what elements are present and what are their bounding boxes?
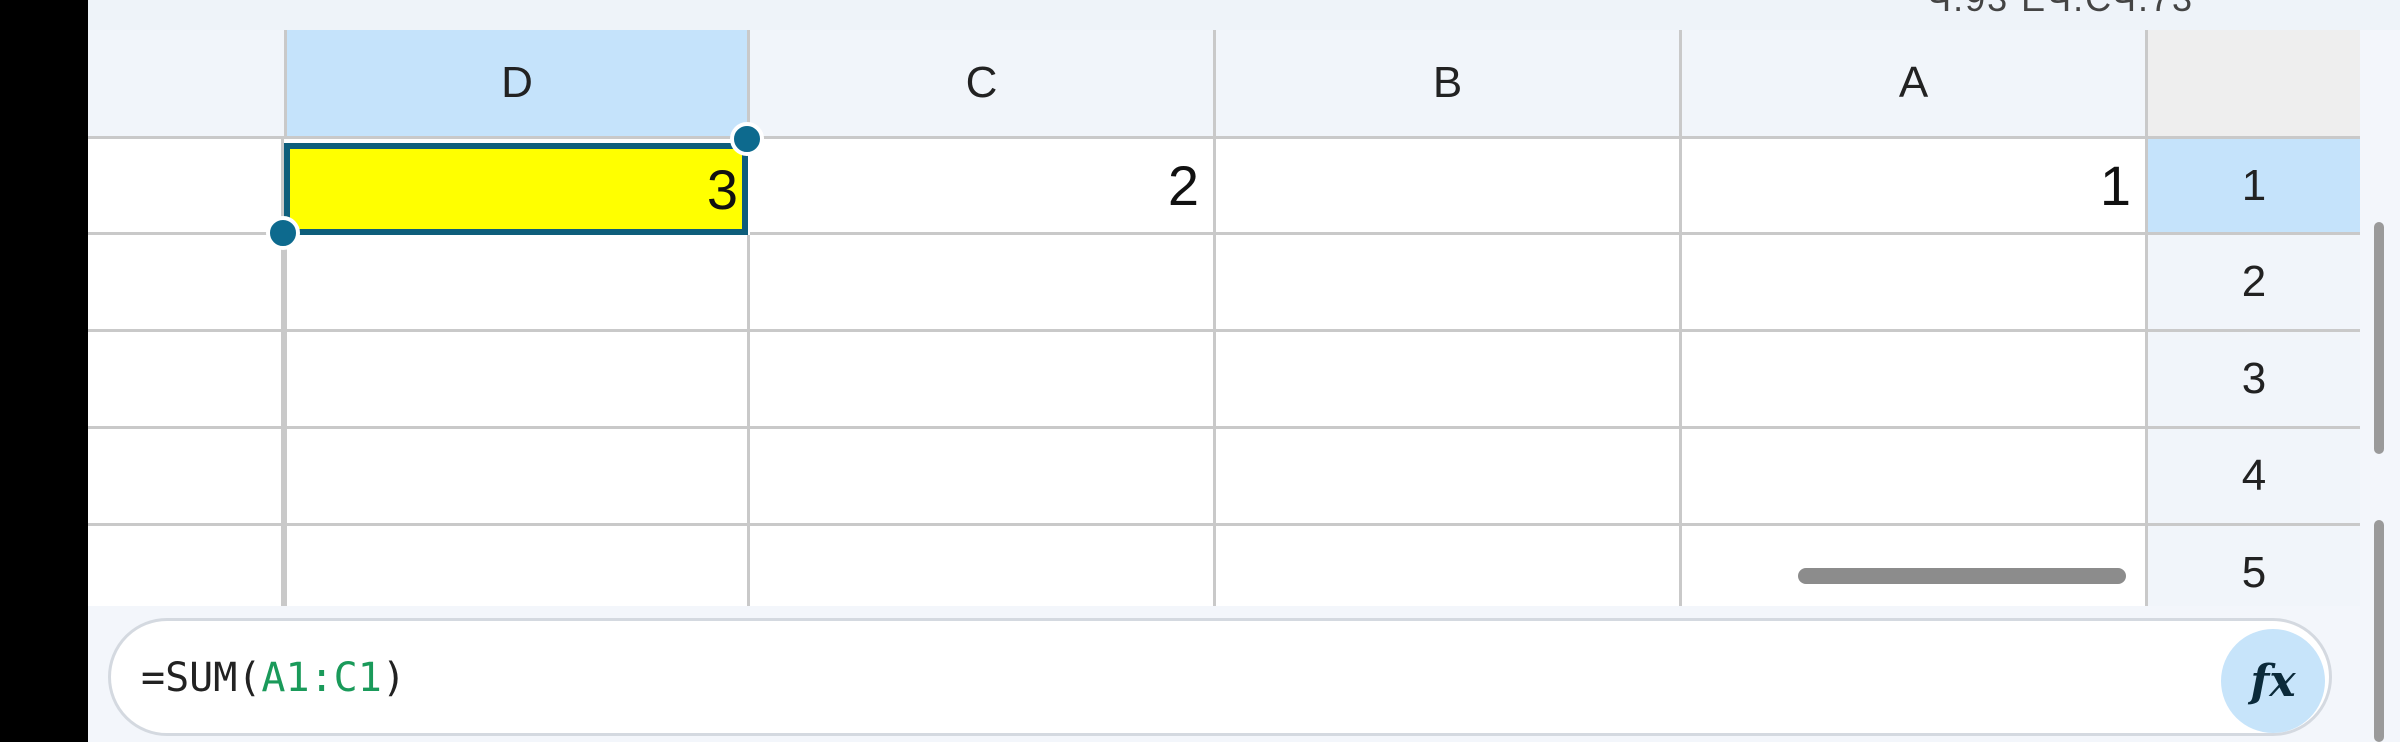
cell-a2[interactable] [1682,235,2148,332]
formula-bar[interactable]: =SUM(A1:C1) fx [108,618,2332,736]
cell-d1-selected[interactable]: 3 [284,143,748,235]
horizontal-scrollbar[interactable] [1798,568,2126,584]
column-header-c[interactable]: C [750,30,1216,136]
cell-d3[interactable] [284,332,750,429]
formula-range: A1:C1 [261,655,382,701]
status-text: Ч.93 ЕЧ.СЧ.73 [1927,0,2194,20]
cell-b1[interactable] [1216,139,1682,235]
cell-a3[interactable] [1682,332,2148,429]
row-header-3[interactable]: 3 [2148,332,2360,429]
cell-partial-4[interactable] [88,429,284,526]
fx-icon[interactable]: fx [2221,629,2325,733]
formula-suffix: ) [381,655,406,701]
cell-partial-1[interactable] [88,139,284,235]
row-header-2[interactable]: 2 [2148,235,2360,332]
vertical-scrollbar-lower[interactable] [2374,520,2384,742]
cell-partial-3[interactable] [88,332,284,429]
column-header-a[interactable]: A [1682,30,2148,136]
spreadsheet-app: Ч.93 ЕЧ.СЧ.73 D C B A 2 1 1 2 3 [88,0,2400,742]
cell-c2[interactable] [750,235,1216,332]
vertical-scrollbar[interactable] [2374,222,2384,454]
cell-partial-2[interactable] [88,235,284,332]
corner-cell[interactable] [2148,30,2360,136]
cell-b4[interactable] [1216,429,1682,526]
cell-b3[interactable] [1216,332,1682,429]
column-header-partial [88,30,284,136]
row-header-1[interactable]: 1 [2148,139,2360,235]
cell-c5[interactable] [750,526,1216,606]
row-header-4[interactable]: 4 [2148,429,2360,526]
column-header-d[interactable]: D [284,30,750,136]
top-bar: Ч.93 ЕЧ.СЧ.73 [88,0,2400,30]
cell-c1[interactable]: 2 [750,139,1216,235]
cell-a5[interactable] [1682,526,2148,606]
cell-b2[interactable] [1216,235,1682,332]
cell-a1[interactable]: 1 [1682,139,2148,235]
column-header-b[interactable]: B [1216,30,1682,136]
cell-c4[interactable] [750,429,1216,526]
formula-prefix: =SUM( [141,655,262,701]
selection-handle-bottom-icon[interactable] [266,216,300,250]
cell-d2[interactable] [284,235,750,332]
row-header-5[interactable]: 5 [2148,526,2360,606]
cell-partial-5[interactable] [88,526,284,606]
selection-handle-top-icon[interactable] [730,122,764,156]
cell-d4[interactable] [284,429,750,526]
cell-c3[interactable] [750,332,1216,429]
cell-a4[interactable] [1682,429,2148,526]
cell-b5[interactable] [1216,526,1682,606]
cell-d1-value: 3 [706,158,738,221]
sheet-grid[interactable]: D C B A 2 1 1 2 3 4 5 3 [88,30,2360,606]
cell-d5[interactable] [284,526,750,606]
formula-input[interactable]: =SUM(A1:C1) [141,655,406,701]
